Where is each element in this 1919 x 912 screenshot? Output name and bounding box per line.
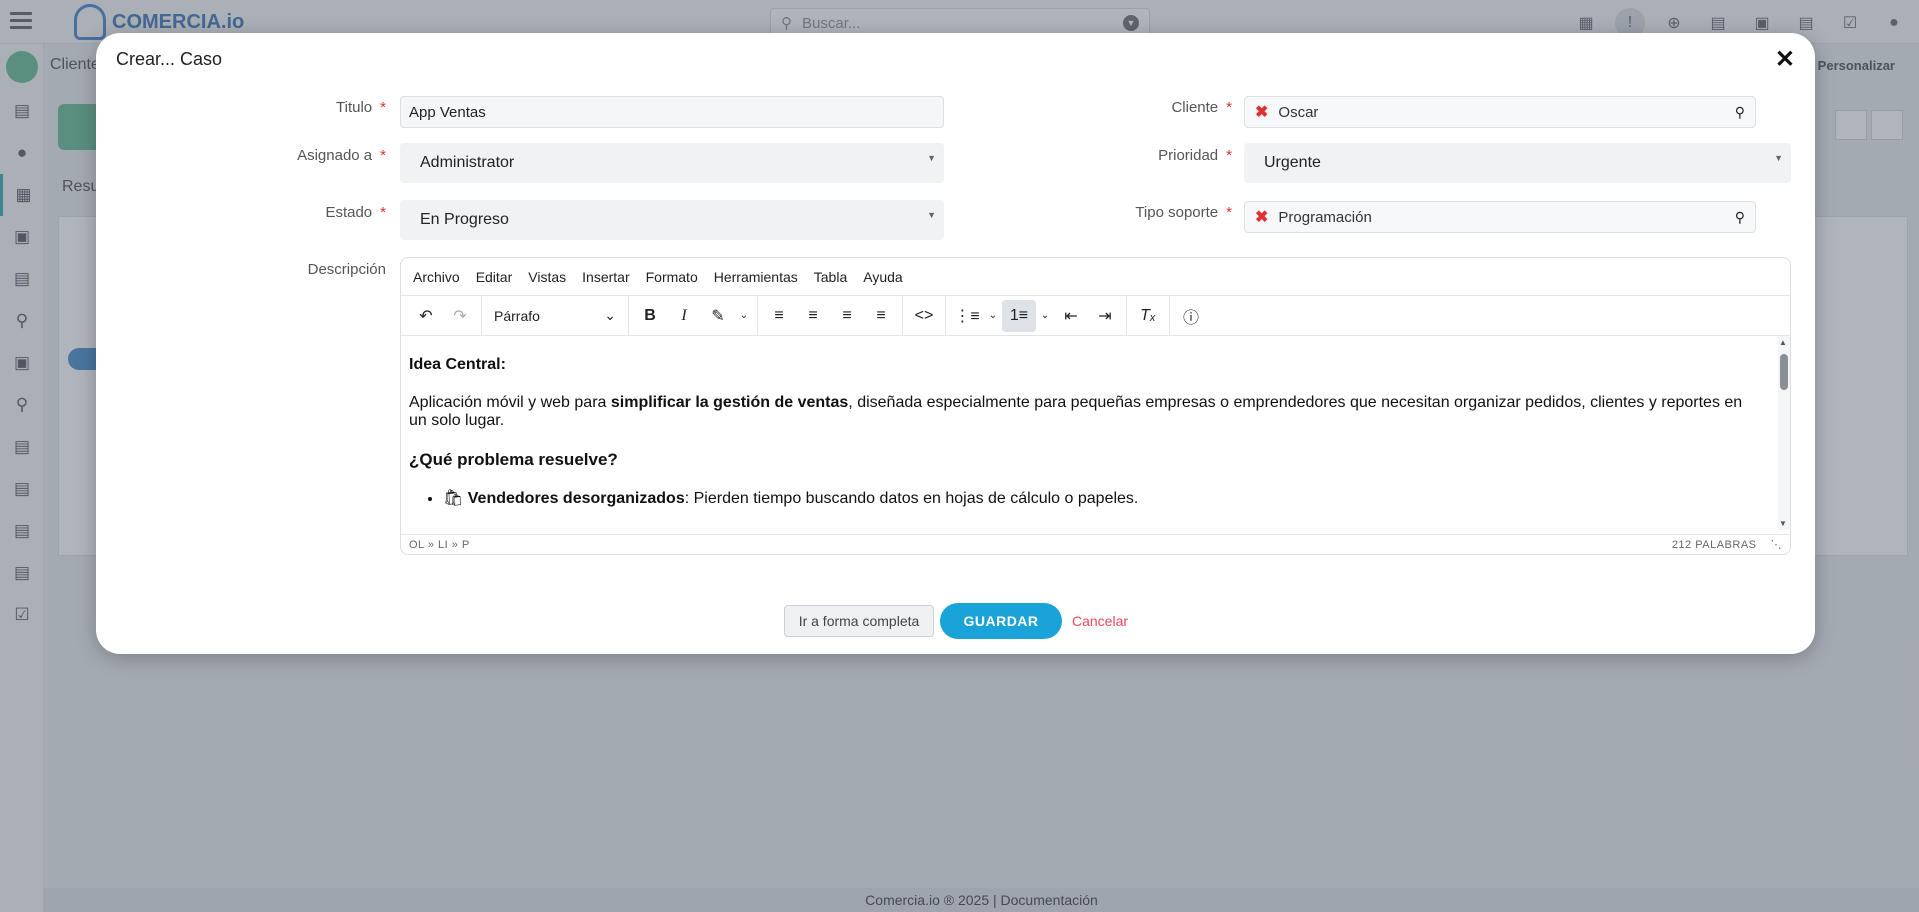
estado-label: Estado * <box>325 204 386 221</box>
bold-icon[interactable]: B <box>633 300 667 332</box>
scroll-thumb[interactable] <box>1780 354 1788 390</box>
modal-title: Crear... Caso <box>116 49 223 69</box>
menu-ayuda[interactable]: Ayuda <box>863 269 902 285</box>
code-icon[interactable]: <> <box>907 300 941 332</box>
content-heading-1: Idea Central <box>409 356 501 373</box>
cliente-lookup[interactable]: ✖ Oscar ⚲ <box>1244 96 1756 128</box>
chevron-down-icon: ▼ <box>927 153 936 163</box>
cliente-value: Oscar <box>1278 103 1319 121</box>
menu-formato[interactable]: Formato <box>646 269 698 285</box>
outdent-icon[interactable]: ⇤ <box>1054 300 1088 332</box>
word-count[interactable]: 212 PALABRAS <box>1672 539 1757 551</box>
content-p1-a: Aplicación móvil y web para <box>409 394 611 411</box>
tipo-soporte-lookup[interactable]: ✖ Programación ⚲ <box>1244 201 1756 233</box>
italic-icon[interactable]: I <box>667 300 701 332</box>
highlight-icon[interactable]: ✎ <box>701 300 735 332</box>
description-editor[interactable]: Archivo Editar Vistas Insertar Formato H… <box>400 257 1791 555</box>
search-icon[interactable]: ⚲ <box>1735 209 1745 226</box>
align-left-icon[interactable]: ≡ <box>762 300 796 332</box>
menu-archivo[interactable]: Archivo <box>413 269 460 285</box>
chevron-down-icon[interactable]: ⌄ <box>1036 300 1054 332</box>
prioridad-select[interactable]: Urgente ▼ <box>1244 143 1791 183</box>
editor-toolbar: ↶ ↷ Párrafo ⌄ B I ✎ ⌄ ≡ ≡ ≡ ≡ <> ⋮≡ ⌄ 1≡… <box>401 295 1790 336</box>
estado-select[interactable]: En Progreso ▼ <box>400 200 944 240</box>
chevron-down-icon: ⌄ <box>604 307 616 323</box>
menu-tabla[interactable]: Tabla <box>814 269 847 285</box>
chevron-down-icon: ▼ <box>1774 153 1783 163</box>
descripcion-label: Descripción <box>307 261 386 278</box>
resize-handle-icon[interactable]: ⋱ <box>1771 538 1783 551</box>
content-p1-b: simplificar la gestión de ventas <box>610 394 849 411</box>
content-heading-1-colon: : <box>500 356 506 373</box>
content-heading-2: ¿Qué problema resuelve? <box>409 450 618 469</box>
chevron-down-icon[interactable]: ⌄ <box>984 300 1002 332</box>
element-path[interactable]: OL » LI » P <box>409 539 470 551</box>
align-center-icon[interactable]: ≡ <box>796 300 830 332</box>
clear-icon[interactable]: ✖ <box>1255 207 1268 227</box>
asignado-select[interactable]: Administrator ▼ <box>400 143 944 183</box>
block-format-select[interactable]: Párrafo ⌄ <box>486 300 624 332</box>
clear-format-icon[interactable]: Tₓ <box>1131 300 1165 332</box>
search-icon[interactable]: ⚲ <box>1735 104 1745 121</box>
asignado-label: Asignado a * <box>297 147 386 164</box>
create-case-modal: Crear... Caso ✕ Titulo * App Ventas Asign… <box>96 33 1815 654</box>
redo-icon[interactable]: ↷ <box>443 300 477 332</box>
list-item: 🛍 Vendedores desorganizados: Pierden tie… <box>443 490 1760 508</box>
cliente-label: Cliente * <box>1171 99 1232 116</box>
numbered-list-icon[interactable]: 1≡ <box>1002 299 1036 332</box>
menu-herramientas[interactable]: Herramientas <box>714 269 798 285</box>
cancel-button[interactable]: Cancelar <box>1072 613 1128 629</box>
menu-editar[interactable]: Editar <box>476 269 513 285</box>
scroll-down-icon[interactable]: ▼ <box>1779 519 1787 528</box>
full-form-button[interactable]: Ir a forma completa <box>784 605 934 637</box>
save-button[interactable]: GUARDAR <box>940 603 1062 639</box>
align-justify-icon[interactable]: ≡ <box>864 300 898 332</box>
prioridad-label: Prioridad * <box>1158 147 1232 164</box>
indent-icon[interactable]: ⇥ <box>1088 300 1122 332</box>
editor-statusbar: OL » LI » P 212 PALABRAS ⋱ <box>401 534 1790 554</box>
help-icon[interactable]: ⓘ <box>1174 300 1208 332</box>
titulo-field[interactable]: App Ventas <box>400 96 944 128</box>
align-right-icon[interactable]: ≡ <box>830 300 864 332</box>
tipo-soporte-label: Tipo soporte * <box>1135 204 1232 221</box>
menu-insertar[interactable]: Insertar <box>582 269 629 285</box>
editor-menubar: Archivo Editar Vistas Insertar Formato H… <box>401 258 1790 296</box>
editor-content[interactable]: Idea Central: Aplicación móvil y web par… <box>401 336 1790 530</box>
undo-icon[interactable]: ↶ <box>409 300 443 332</box>
content-li1-c: : Pierden tiempo buscando datos en hojas… <box>684 490 1139 507</box>
menu-vistas[interactable]: Vistas <box>528 269 566 285</box>
tipo-soporte-value: Programación <box>1278 208 1372 226</box>
scroll-up-icon[interactable]: ▲ <box>1779 338 1787 347</box>
clear-icon[interactable]: ✖ <box>1255 102 1268 122</box>
shopping-bag-icon: 🛍 <box>443 490 464 507</box>
close-icon[interactable]: ✕ <box>1775 45 1795 74</box>
editor-scrollbar[interactable]: ▲ ▼ <box>1778 336 1790 530</box>
bullet-list-icon[interactable]: ⋮≡ <box>950 300 984 332</box>
chevron-down-icon: ▼ <box>927 210 936 220</box>
titulo-label: Titulo * <box>336 99 386 116</box>
chevron-down-icon[interactable]: ⌄ <box>735 300 753 332</box>
content-li1-b: Vendedores desorganizados <box>467 490 685 507</box>
